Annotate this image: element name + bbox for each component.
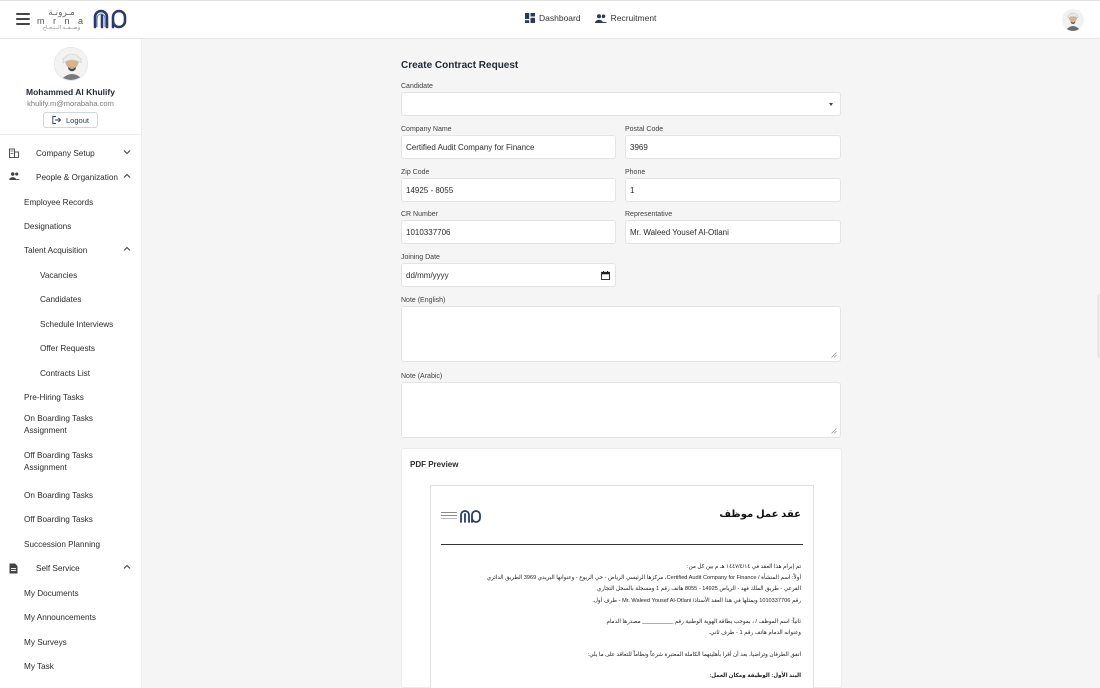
sidebar-item-label: On Boarding Tasks Assignment bbox=[24, 414, 94, 435]
sidebar-item-label: On Boarding Tasks bbox=[24, 491, 94, 500]
logout-icon bbox=[52, 116, 62, 124]
user-avatar[interactable] bbox=[1062, 9, 1084, 31]
cr-number-label: CR Number bbox=[401, 211, 438, 218]
sidebar: Mohammed Al Khulify khulify.m@morabaha.c… bbox=[0, 39, 142, 688]
nav-recruitment-label: Recruitment bbox=[610, 13, 657, 23]
top-nav: Dashboard Recruitment bbox=[525, 13, 656, 23]
pdf-line: الفرعي - طريق الملك فهد - الرياض 14925 -… bbox=[596, 586, 801, 592]
pdf-line: رقم 1010337706 ويمثلها في هذا العقد الأس… bbox=[592, 598, 801, 604]
representative-label: Representative bbox=[625, 211, 673, 218]
cr-number-value: 1010337706 bbox=[406, 227, 451, 237]
pdf-heading: عقد عمل موظف bbox=[719, 509, 801, 520]
sidebar-item-label: My Announcements bbox=[24, 613, 96, 622]
company-name-value: Certified Audit Company for Finance bbox=[406, 142, 535, 152]
logo-wordmark: مـرونـة m r n a وصــفــة الــنـجـاح bbox=[37, 7, 86, 31]
postal-code-input[interactable]: 3969 bbox=[625, 135, 841, 159]
pdf-logo bbox=[441, 508, 485, 527]
pdf-line: وعنوانه الدمام هاتف رقم 1 - طرف ثاني. bbox=[708, 630, 801, 636]
company-name-input[interactable]: Certified Audit Company for Finance bbox=[401, 135, 616, 159]
logout-label: Logout bbox=[66, 115, 89, 125]
profile-email: khulify.m@morabaha.com bbox=[27, 99, 114, 108]
sidebar-item-label: Contracts List bbox=[40, 369, 91, 378]
sidebar-item-label: Off Boarding Tasks Assignment bbox=[24, 451, 93, 472]
chevron-up-icon bbox=[123, 173, 131, 178]
phone-label: Phone bbox=[625, 169, 646, 176]
representative-input[interactable]: Mr. Waleed Yousef Al-Otlani bbox=[625, 220, 841, 244]
chevron-down-icon bbox=[123, 150, 131, 155]
people-icon bbox=[9, 172, 20, 180]
pdf-line: تم إبرام هذا العقد في ١٤٤٧/٤/١٤ هـ م بين… bbox=[687, 564, 801, 570]
nav-dashboard[interactable]: Dashboard bbox=[525, 13, 581, 23]
sidebar-item-label: Self Service bbox=[36, 564, 80, 573]
caret-down-icon bbox=[829, 103, 833, 106]
sidebar-item-label: My Surveys bbox=[24, 638, 67, 647]
logo-tagline: وصــفــة الــنـجـاح bbox=[42, 24, 81, 31]
note-english-label: Note (English) bbox=[401, 297, 446, 304]
phone-value: 1 bbox=[630, 185, 635, 195]
sidebar-item-label: Schedule Interviews bbox=[40, 320, 114, 329]
sidebar-item-label: Employee Records bbox=[24, 198, 94, 207]
sidebar-item-label: My Task bbox=[24, 662, 54, 671]
phone-input[interactable]: 1 bbox=[625, 178, 841, 202]
company-name-label: Company Name bbox=[401, 126, 452, 133]
people-icon bbox=[594, 13, 607, 23]
profile-name: Mohammed Al Khulify bbox=[26, 87, 115, 97]
joining-date-placeholder: dd/mm/yyyy bbox=[406, 270, 449, 280]
menu-icon[interactable] bbox=[16, 13, 30, 25]
zip-code-label: Zip Code bbox=[401, 169, 430, 176]
pdf-preview-title: PDF Preview bbox=[410, 460, 459, 469]
nav-recruitment[interactable]: Recruitment bbox=[594, 13, 657, 23]
joining-date-input[interactable]: dd/mm/yyyy bbox=[401, 263, 616, 287]
postal-code-label: Postal Code bbox=[625, 126, 664, 133]
pdf-line: البند الأول: الوظيفة ومكان العمل: bbox=[709, 673, 801, 679]
chevron-up-icon bbox=[123, 246, 131, 251]
sidebar-item-label: Vacancies bbox=[40, 271, 78, 280]
sidebar-item-label: Offer Requests bbox=[40, 344, 95, 353]
cr-number-input[interactable]: 1010337706 bbox=[401, 220, 616, 244]
sidebar-item-label: Pre-Hiring Tasks bbox=[24, 393, 84, 402]
sidebar-item-label: Off Boarding Tasks bbox=[24, 515, 93, 524]
zip-code-value: 14925 - 8055 bbox=[406, 185, 454, 195]
candidate-select[interactable] bbox=[401, 92, 841, 116]
sidebar-item-label: Succession Planning bbox=[24, 540, 101, 549]
pdf-line: ثانياً: اسم الموظف / ، بموجب بطاقة الهوي… bbox=[606, 619, 801, 625]
representative-value: Mr. Waleed Yousef Al-Otlani bbox=[630, 227, 729, 237]
note-arabic-label: Note (Arabic) bbox=[401, 373, 443, 380]
chevron-up-icon bbox=[123, 564, 131, 569]
logout-button[interactable]: Logout bbox=[43, 112, 98, 128]
page-title: Create Contract Request bbox=[401, 60, 519, 71]
building-icon bbox=[9, 148, 19, 158]
resize-grip-icon[interactable] bbox=[831, 428, 837, 434]
app-logo[interactable]: مـرونـة m r n a وصــفــة الــنـجـاح bbox=[37, 7, 128, 31]
dashboard-icon bbox=[525, 13, 535, 23]
joining-date-label: Joining Date bbox=[401, 254, 440, 261]
sidebar-item-label: Company Setup bbox=[36, 149, 95, 158]
zip-code-input[interactable]: 14925 - 8055 bbox=[401, 178, 616, 202]
pdf-divider bbox=[441, 544, 803, 545]
profile-avatar bbox=[53, 47, 88, 81]
sidebar-item-label: Candidates bbox=[40, 295, 82, 304]
resize-grip-icon[interactable] bbox=[831, 352, 837, 358]
logo-mark-icon bbox=[93, 9, 127, 29]
note-arabic-textarea[interactable] bbox=[401, 382, 841, 438]
pdf-preview-card: PDF Preview عقد عمل موظف تم إبرام هذا ال… bbox=[401, 448, 842, 688]
note-english-textarea[interactable] bbox=[401, 306, 841, 362]
sidebar-item-label: Designations bbox=[24, 222, 72, 231]
sidebar-item-label: People & Organization bbox=[36, 173, 118, 182]
sidebar-item-label: My Documents bbox=[24, 589, 79, 598]
calendar-icon[interactable] bbox=[601, 271, 610, 280]
profile-card: Mohammed Al Khulify khulify.m@morabaha.c… bbox=[0, 39, 141, 135]
pdf-line: اتفق الطرفان وتراضيا، بعد أن أقرا بأهليت… bbox=[587, 652, 801, 658]
postal-code-value: 3969 bbox=[630, 142, 648, 152]
document-icon bbox=[9, 563, 18, 574]
candidate-label: Candidate bbox=[401, 83, 433, 90]
sidebar-item-label: Talent Acquisition bbox=[24, 246, 88, 255]
top-app-bar: مـرونـة m r n a وصــفــة الــنـجـاح Dash… bbox=[0, 0, 1100, 39]
pdf-document[interactable]: عقد عمل موظف تم إبرام هذا العقد في ١٤٤٧/… bbox=[430, 485, 814, 688]
main-content: Create Contract Request Candidate Compan… bbox=[142, 39, 1100, 688]
pdf-line: أولاً: اسم المنشأة / Certified Audit Com… bbox=[486, 575, 801, 581]
nav-dashboard-label: Dashboard bbox=[539, 13, 581, 23]
